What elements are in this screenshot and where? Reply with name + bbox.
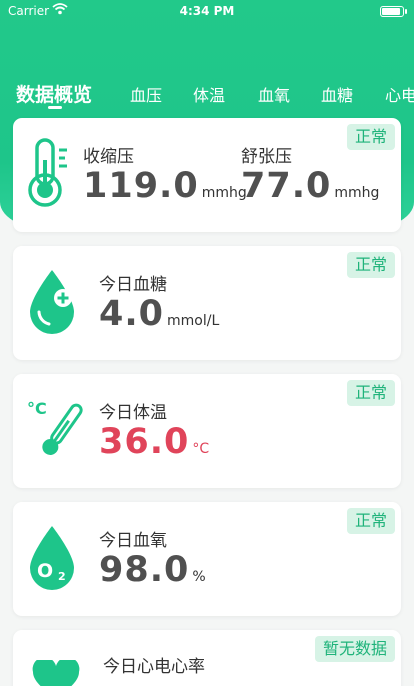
battery-icon <box>380 6 407 17</box>
temperature-value: 36.0 °C <box>99 422 210 462</box>
ecg-card[interactable]: 今日心电心率 暂无数据 <box>13 630 401 686</box>
blood-oxygen-label: 今日血氧 <box>99 531 167 551</box>
blood-oxygen-unit: % <box>192 569 206 585</box>
status-badge: 正常 <box>346 252 395 278</box>
blood-sugar-value: 4.0 mmol/L <box>99 294 220 334</box>
tab-blood-sugar[interactable]: 血糖 <box>321 82 353 106</box>
temperature-unit: °C <box>192 441 210 457</box>
tab-blood-pressure[interactable]: 血压 <box>130 82 162 106</box>
tab-blood-oxygen[interactable]: 血氧 <box>258 82 290 106</box>
diastolic-label: 舒张压 <box>241 147 292 167</box>
blood-sugar-label: 今日血糖 <box>99 275 167 295</box>
svg-text:2: 2 <box>58 570 66 583</box>
blood-sugar-card[interactable]: 今日血糖 4.0 mmol/L 正常 <box>13 246 401 360</box>
oxygen-drop-icon: O 2 <box>27 524 77 594</box>
status-badge: 正常 <box>346 508 395 534</box>
heart-icon <box>31 657 81 686</box>
status-badge: 正常 <box>346 124 395 150</box>
ecg-label: 今日心电心率 <box>103 657 205 677</box>
systolic-label: 收缩压 <box>83 147 134 167</box>
status-badge: 正常 <box>346 380 395 406</box>
tab-overview[interactable]: 数据概览 <box>16 80 92 107</box>
blood-oxygen-card[interactable]: O 2 今日血氧 98.0% 正常 <box>13 502 401 616</box>
systolic-unit: mmhg <box>201 185 247 201</box>
status-time: 4:34 PM <box>179 4 235 18</box>
svg-text:O: O <box>37 560 53 582</box>
blood-drop-icon <box>27 268 77 338</box>
systolic-value: 119.0 mmhg <box>83 166 247 206</box>
diastolic-unit: mmhg <box>334 185 380 201</box>
status-bar: Carrier 4:34 PM <box>0 0 414 24</box>
active-tab-indicator <box>48 106 62 109</box>
thermometer-icon <box>27 138 71 214</box>
status-badge: 暂无数据 <box>314 636 395 662</box>
category-tabs: 数据概览 血压 体温 血氧 血糖 心电 <box>0 80 414 114</box>
thermometer-celsius-icon: °C <box>27 396 83 468</box>
blood-pressure-card[interactable]: 收缩压 119.0 mmhg 舒张压 77.0 mmhg 正常 <box>13 118 401 232</box>
temperature-label: 今日体温 <box>99 403 167 423</box>
svg-text:°C: °C <box>27 399 47 418</box>
blood-sugar-unit: mmol/L <box>167 313 220 329</box>
temperature-card[interactable]: °C 今日体温 36.0 °C 正常 <box>13 374 401 488</box>
diastolic-value: 77.0 mmhg <box>241 166 380 206</box>
tab-ecg[interactable]: 心电 <box>385 82 414 106</box>
blood-oxygen-value: 98.0% <box>99 550 206 590</box>
tab-temperature[interactable]: 体温 <box>193 82 225 106</box>
